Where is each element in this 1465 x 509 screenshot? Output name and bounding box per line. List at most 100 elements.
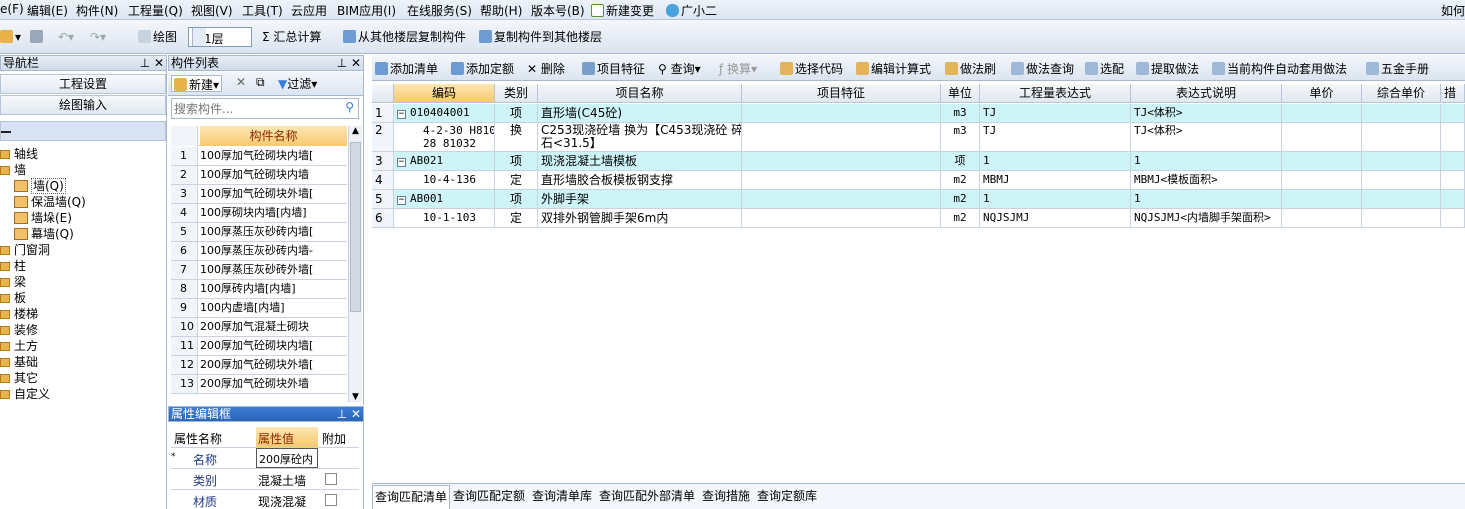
feature-cell[interactable] (742, 152, 941, 170)
row-number-cell[interactable]: 5 (372, 190, 394, 208)
feature-cell[interactable] (742, 190, 941, 208)
col-header-expression-desc[interactable]: 表达式说明 (1131, 84, 1282, 103)
delete-button[interactable]: ✕ 删除 (527, 60, 565, 77)
component-list-row[interactable]: 9 100内虚墙[内墙] (171, 299, 347, 318)
row-number-cell[interactable]: 6 (372, 209, 394, 227)
tab-query-match-external-bill[interactable]: 查询匹配外部清单 (599, 487, 695, 504)
delete-icon[interactable]: ✕ (236, 75, 246, 89)
measure-cell[interactable] (1441, 171, 1465, 189)
component-list-row[interactable]: 8 100厚砖内墙[内墙] (171, 280, 347, 299)
help-hint[interactable]: 如何 (1441, 2, 1465, 19)
menu-cloud[interactable]: 云应用 (291, 2, 327, 19)
unit-cell[interactable]: m3 (941, 104, 980, 122)
pin-close-icons[interactable]: ⊥ ✕ (140, 56, 164, 70)
type-cell[interactable]: 项 (495, 152, 538, 170)
tree-item-axis[interactable]: 轴线 (0, 146, 38, 162)
collapse-icon[interactable] (1, 131, 11, 133)
scroll-thumb[interactable] (350, 142, 361, 312)
new-component-button[interactable]: 新建▾ (171, 75, 223, 92)
expression-desc-cell[interactable]: 1 (1131, 152, 1282, 170)
code-cell[interactable]: 10-1-103 (394, 209, 495, 227)
component-list-row[interactable]: 4 100厚砌块内墙[内墙] (171, 204, 347, 223)
col-header-feature[interactable]: 项目特征 (742, 84, 941, 103)
collapse-toggle-icon[interactable]: − (397, 110, 406, 119)
type-cell[interactable]: 换 (495, 123, 538, 151)
component-list-row[interactable]: 7 100厚蒸压灰砂砖外墙[ (171, 261, 347, 280)
measure-cell[interactable] (1441, 209, 1465, 227)
name-cell[interactable]: 双排外钢管脚手架6m内 (538, 209, 742, 227)
unit-cell[interactable]: m3 (941, 123, 980, 151)
expression-cell[interactable]: TJ (980, 104, 1131, 122)
measure-cell[interactable] (1441, 190, 1465, 208)
row-number-cell[interactable]: 4 (372, 171, 394, 189)
item-feature-button[interactable]: 项目特征 (582, 60, 645, 77)
open-icon[interactable]: ▾ (0, 28, 21, 46)
tab-query-match-quota[interactable]: 查询匹配定额 (453, 487, 525, 504)
row-number-cell[interactable]: 2 (372, 123, 394, 151)
total-price-cell[interactable] (1362, 123, 1441, 151)
feature-cell[interactable] (742, 123, 941, 151)
expression-desc-cell[interactable]: TJ<体积> (1131, 104, 1282, 122)
property-row[interactable]: * 名称 200厚砼内 (171, 448, 359, 469)
prop-extra-checkbox[interactable] (325, 473, 337, 485)
floor-select[interactable]: 第1层 (188, 27, 252, 47)
col-header-code[interactable]: 编码 (394, 84, 495, 103)
expression-desc-cell[interactable]: 1 (1131, 190, 1282, 208)
menu-component[interactable]: 构件(N) (76, 2, 118, 19)
add-quota-button[interactable]: 添加定额 (451, 60, 514, 77)
tree-item-wall-q[interactable]: 墙(Q) (14, 178, 66, 194)
grid-row[interactable]: 4 10-4-136 定 直形墙胶合板模板钢支撑 m2 MBMJ MBMJ<模板面积> (372, 171, 1465, 190)
grid-row[interactable]: 3 − AB021 项 现浇混凝土墙模板 项 1 1 (372, 152, 1465, 171)
name-cell[interactable]: C253现浇砼墙 换为【C453现浇砼 碎石<31.5】 (538, 123, 742, 151)
feature-cell[interactable] (742, 104, 941, 122)
price-cell[interactable] (1282, 123, 1362, 151)
auto-apply-button[interactable]: 当前构件自动套用做法 (1212, 60, 1347, 77)
tab-query-bill-library[interactable]: 查询清单库 (532, 487, 592, 504)
tree-item-column[interactable]: 柱 (0, 258, 26, 274)
prop-value[interactable]: 现浇混凝 (258, 493, 306, 509)
copy-to-floor-button[interactable]: 复制构件到其他楼层 (479, 28, 602, 46)
component-list-row[interactable]: 3 100厚加气砼砌块外墙[ (171, 185, 347, 204)
menu-file[interactable]: e(F) (0, 2, 24, 16)
convert-button[interactable]: ƒ 换算▾ (719, 60, 757, 77)
save-icon[interactable] (30, 28, 45, 46)
search-input[interactable] (172, 99, 338, 118)
measure-cell[interactable] (1441, 104, 1465, 122)
name-cell[interactable]: 现浇混凝土墙模板 (538, 152, 742, 170)
component-list-row[interactable]: 6 100厚蒸压灰砂砖内墙- (171, 242, 347, 261)
collapse-toggle-icon[interactable]: − (397, 158, 406, 167)
menu-bim[interactable]: BIM应用(I) (337, 2, 396, 19)
col-header-type[interactable]: 类别 (495, 84, 538, 103)
row-number-cell[interactable]: 1 (372, 104, 394, 122)
property-row[interactable]: 类别 混凝土墙 (171, 469, 359, 490)
tree-item-openings[interactable]: 门窗洞 (0, 242, 50, 258)
expression-cell[interactable]: 1 (980, 190, 1131, 208)
menu-online[interactable]: 在线服务(S) (407, 2, 472, 19)
menu-assistant[interactable]: 广小二 (666, 2, 717, 19)
component-name-header[interactable]: 构件名称 (200, 126, 347, 146)
tab-query-match-bill[interactable]: 查询匹配清单 (372, 485, 451, 509)
unit-cell[interactable]: m2 (941, 171, 980, 189)
copy-icon[interactable]: ⧉ (256, 75, 265, 90)
tree-item-foundation[interactable]: 基础 (0, 354, 38, 370)
feature-cell[interactable] (742, 209, 941, 227)
prop-value-input[interactable]: 200厚砼内 (256, 448, 318, 468)
menu-edit[interactable]: 编辑(E) (27, 2, 68, 19)
tree-item-slab[interactable]: 板 (0, 290, 26, 306)
menu-view[interactable]: 视图(V) (191, 2, 233, 19)
total-price-cell[interactable] (1362, 104, 1441, 122)
scroll-down-icon[interactable]: ▼ (352, 392, 359, 402)
grid-row[interactable]: 6 10-1-103 定 双排外钢管脚手架6m内 m2 NQJSJMJ NQJSJMJ<内墙… (372, 209, 1465, 228)
component-list-row[interactable]: 1 100厚加气砼砌块内墙[ (171, 147, 347, 166)
price-cell[interactable] (1282, 209, 1362, 227)
total-price-cell[interactable] (1362, 190, 1441, 208)
type-cell[interactable]: 项 (495, 190, 538, 208)
expression-cell[interactable]: NQJSJMJ (980, 209, 1131, 227)
total-price-cell[interactable] (1362, 171, 1441, 189)
menu-new-change[interactable]: 新建变更 (591, 2, 654, 19)
method-brush-button[interactable]: 做法刷 (945, 60, 996, 77)
menu-tools[interactable]: 工具(T) (242, 2, 283, 19)
redo-icon[interactable]: ↷▾ (90, 28, 106, 46)
name-cell[interactable]: 直形墙(C45砼) (538, 104, 742, 122)
component-list-row[interactable]: 2 100厚加气砼砌块内墙 (171, 166, 347, 185)
